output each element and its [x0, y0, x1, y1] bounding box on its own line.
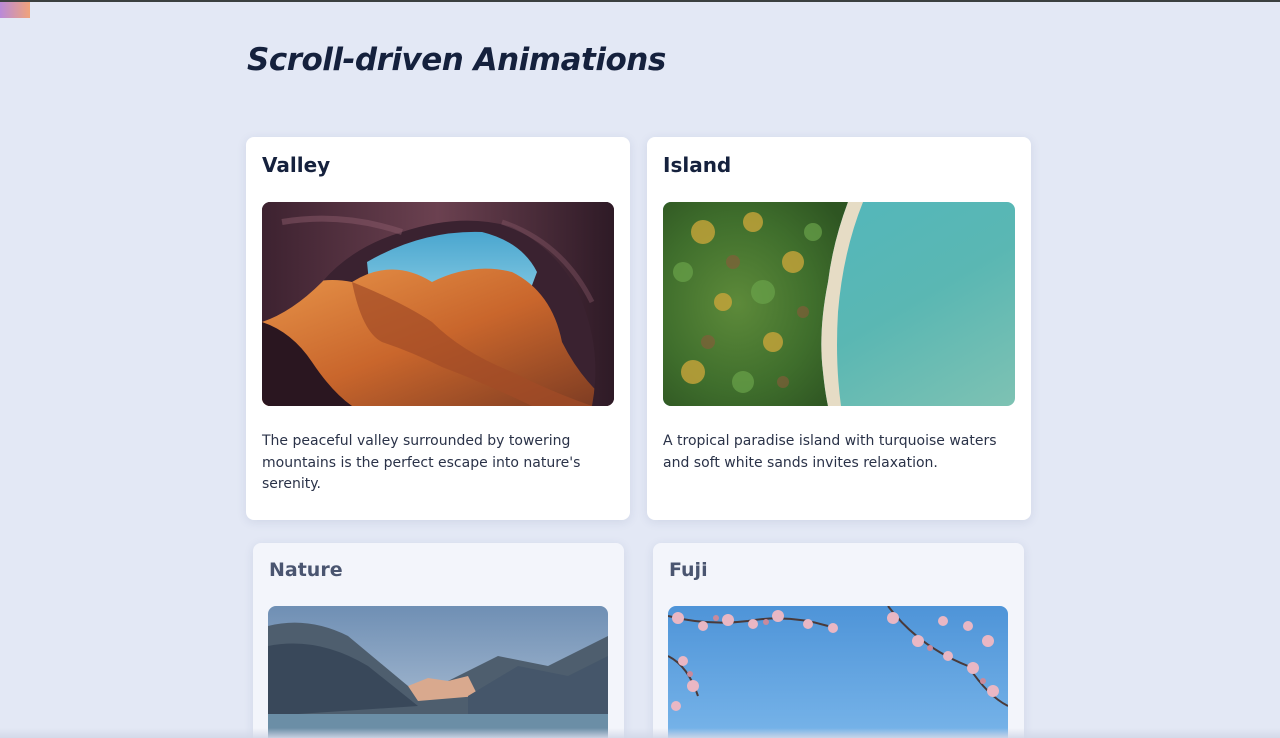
- bottom-fade: [0, 728, 1280, 738]
- page-title: Scroll-driven Animations: [247, 42, 666, 78]
- scroll-progress-indicator: [0, 2, 30, 18]
- cherry-blossom-image: [668, 606, 1008, 738]
- card-nature: Nature: [253, 543, 624, 738]
- mountain-lake-image: [268, 606, 608, 738]
- card-description: The peaceful valley surrounded by toweri…: [262, 433, 581, 492]
- island-image: [663, 202, 1015, 406]
- card-valley: Valley The peaceful valley surrounded by…: [246, 137, 630, 520]
- card-title: Nature: [269, 559, 343, 581]
- card-island: Island A tropical paradise island with t…: [647, 137, 1031, 520]
- card-title: Valley: [262, 153, 331, 177]
- card-fuji: Fuji: [653, 543, 1024, 738]
- window-top-border: [0, 0, 1280, 2]
- canyon-image: [262, 202, 614, 406]
- card-title: Fuji: [669, 559, 708, 581]
- card-title: Island: [663, 153, 732, 177]
- card-description: A tropical paradise island with turquois…: [663, 433, 997, 471]
